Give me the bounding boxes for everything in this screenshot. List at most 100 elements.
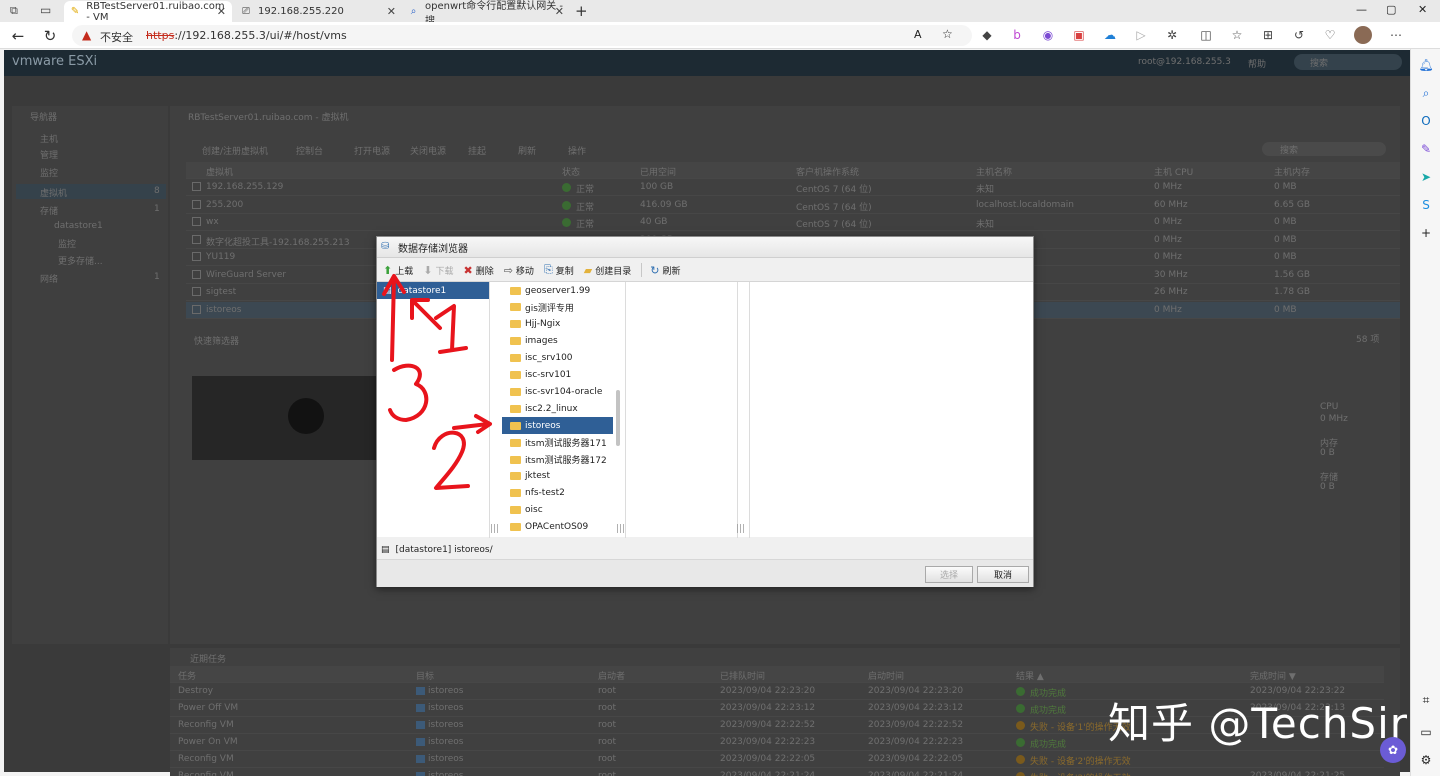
extension-icon[interactable]: ▷ [1133, 27, 1149, 43]
folder-item[interactable]: oisc [502, 502, 613, 519]
vm-name-link[interactable]: WireGuard Server [206, 270, 286, 280]
search-icon[interactable]: ⌕ [1418, 85, 1434, 101]
back-icon[interactable]: ← [8, 26, 28, 46]
search-input[interactable]: 搜索 [1294, 54, 1402, 70]
new-tab-button[interactable]: + [575, 2, 588, 20]
table-row[interactable]: Reconfig VM istoreos root 2023/09/04 22:21:… [170, 768, 1384, 776]
column-header[interactable]: 客户机操作系统 [796, 165, 859, 178]
vm-name-link[interactable]: istoreos [206, 305, 241, 315]
add-icon[interactable]: + [1418, 225, 1434, 241]
folder-item[interactable]: itsm测试服务器172 [502, 451, 613, 468]
vm-name-link[interactable]: YU119 [206, 252, 235, 262]
folder-item[interactable]: Hjj-Ngix [502, 316, 613, 333]
column-header[interactable]: 启动者 [598, 669, 625, 682]
close-icon[interactable]: ✕ [555, 5, 564, 18]
copy-button[interactable]: ⎘ 复制 [544, 263, 574, 277]
folder-item[interactable]: isc-svr104-oracle [502, 383, 613, 400]
suspend-button[interactable]: 挂起 [468, 144, 486, 157]
screenshot-icon[interactable]: ⌗ [1418, 692, 1434, 708]
extensions-icon[interactable]: ✲ [1164, 27, 1180, 43]
column-resize-handle[interactable]: ||| [616, 524, 625, 534]
extension-icon[interactable]: ◆ [979, 27, 995, 43]
extension-icon[interactable]: ▣ [1071, 27, 1087, 43]
folder-item[interactable]: OPACentOS09 [502, 519, 613, 536]
column-header[interactable]: 虚拟机 [206, 165, 233, 178]
target-link[interactable]: istoreos [428, 686, 463, 696]
row-checkbox[interactable] [192, 217, 201, 226]
target-link[interactable]: istoreos [428, 771, 463, 776]
split-screen-icon[interactable]: ◫ [1198, 27, 1214, 43]
nav-ds-monitor[interactable]: 监控 [58, 237, 76, 250]
create-directory-button[interactable]: ▰ 创建目录 [584, 264, 631, 277]
folder-item[interactable]: jktest [502, 468, 613, 485]
column-header[interactable]: 已用空间 [640, 165, 676, 178]
table-row[interactable]: wx 正常 40 GB CentOS 7 (64 位) 未知 0 MHz 0 MB [186, 214, 1400, 231]
tab-actions-icon[interactable]: ▭ [40, 3, 51, 17]
user-menu[interactable]: root@192.168.255.3 [1138, 57, 1231, 67]
folder-scrollbar[interactable] [616, 390, 620, 446]
download-button[interactable]: ⬇ 下载 [423, 264, 453, 277]
url-field[interactable]: ▲ 不安全 https://192.168.255.3/ui/#/host/vm… [72, 25, 972, 46]
reload-icon[interactable]: ↻ [40, 26, 60, 46]
select-button[interactable]: 选择 [925, 566, 973, 583]
maximize-icon[interactable]: ▢ [1386, 3, 1396, 16]
close-icon[interactable]: ✕ [387, 5, 396, 18]
not-secure-label[interactable]: 不安全 [100, 29, 133, 45]
nav-storage[interactable]: 存储 [40, 204, 58, 217]
tab-esxi[interactable]: ✎ RBTestServer01.ruibao.com - VM ✕ [64, 1, 232, 23]
actions-button[interactable]: 操作 [568, 144, 586, 157]
outlook-icon[interactable]: O [1418, 113, 1434, 129]
url-text[interactable]: https://192.168.255.3/ui/#/host/vms [146, 29, 347, 42]
help-menu[interactable]: 帮助 [1248, 57, 1266, 70]
skype-icon[interactable]: S [1418, 197, 1434, 213]
table-row[interactable]: 255.200 正常 416.09 GB CentOS 7 (64 位) localho… [186, 197, 1400, 214]
column-header[interactable]: 已排队时间 [720, 669, 765, 682]
tab-terminal[interactable]: ⎚ 192.168.255.220 ✕ [234, 1, 402, 22]
column-header[interactable]: 主机名称 [976, 165, 1012, 178]
sidebar-toggle-icon[interactable]: ▭ [1418, 724, 1434, 740]
power-off-button[interactable]: 关闭电源 [410, 144, 446, 157]
read-aloud-icon[interactable]: A [914, 28, 922, 41]
vm-name-link[interactable]: 192.168.255.129 [206, 182, 283, 192]
minimize-icon[interactable]: — [1356, 3, 1367, 16]
play-icon[interactable] [288, 398, 324, 434]
table-row[interactable]: 192.168.255.129 正常 100 GB CentOS 7 (64 位) 未知… [186, 179, 1400, 196]
quick-filter[interactable]: 快速筛选器 [194, 334, 239, 347]
nav-network[interactable]: 网络 [40, 272, 58, 285]
create-vm-button[interactable]: 创建/注册虚拟机 [202, 144, 268, 157]
column-header[interactable]: 状态 [562, 165, 580, 178]
row-checkbox[interactable] [192, 234, 201, 244]
row-checkbox[interactable] [192, 304, 201, 314]
vm-name-link[interactable]: wx [206, 217, 219, 227]
browser-essentials-icon[interactable]: ♡ [1322, 27, 1338, 43]
row-checkbox[interactable] [192, 199, 201, 209]
column-header[interactable]: 任务 [178, 669, 196, 682]
notification-bell-icon[interactable]: 🔔︎ [1418, 57, 1434, 73]
column-header[interactable]: 完成时间 ▼ [1250, 669, 1296, 682]
row-checkbox[interactable] [192, 252, 201, 261]
nav-more-storage[interactable]: 更多存储... [58, 254, 103, 267]
close-window-icon[interactable]: ✕ [1418, 3, 1427, 16]
refresh-button[interactable]: 刷新 [518, 144, 536, 157]
tab-search[interactable]: ⌕ openwrt命令行配置默认网关 - 搜 ✕ [402, 1, 570, 27]
history-icon[interactable]: ↺ [1291, 27, 1307, 43]
column-header[interactable]: 启动时间 [868, 669, 904, 682]
move-button[interactable]: ⇨ 移动 [504, 264, 534, 277]
more-icon[interactable]: ⋯ [1388, 27, 1404, 43]
copilot-sidebar-icon[interactable]: ✿ [1380, 737, 1406, 763]
folder-item[interactable]: gis测评专用 [502, 299, 613, 316]
table-row[interactable]: Reconfig VM istoreos root 2023/09/04 22:22:… [170, 751, 1384, 768]
avatar[interactable] [1354, 26, 1372, 44]
folder-item[interactable]: images [502, 333, 613, 350]
copilot-icon[interactable]: ◉ [1040, 27, 1056, 43]
vm-name-link[interactable]: 255.200 [206, 200, 243, 210]
nav-manage[interactable]: 管理 [40, 148, 58, 161]
vm-name-link[interactable]: sigtest [206, 287, 236, 297]
onedrive-icon[interactable]: ☁ [1102, 27, 1118, 43]
power-on-button[interactable]: 打开电源 [354, 144, 390, 157]
favorite-star-icon[interactable]: ☆ [942, 27, 953, 41]
folder-item[interactable]: isc2.2_linux [502, 400, 613, 417]
target-link[interactable]: istoreos [428, 737, 463, 747]
send-icon[interactable]: ➤ [1418, 169, 1434, 185]
folder-item[interactable]: isc-srv101 [502, 367, 613, 384]
